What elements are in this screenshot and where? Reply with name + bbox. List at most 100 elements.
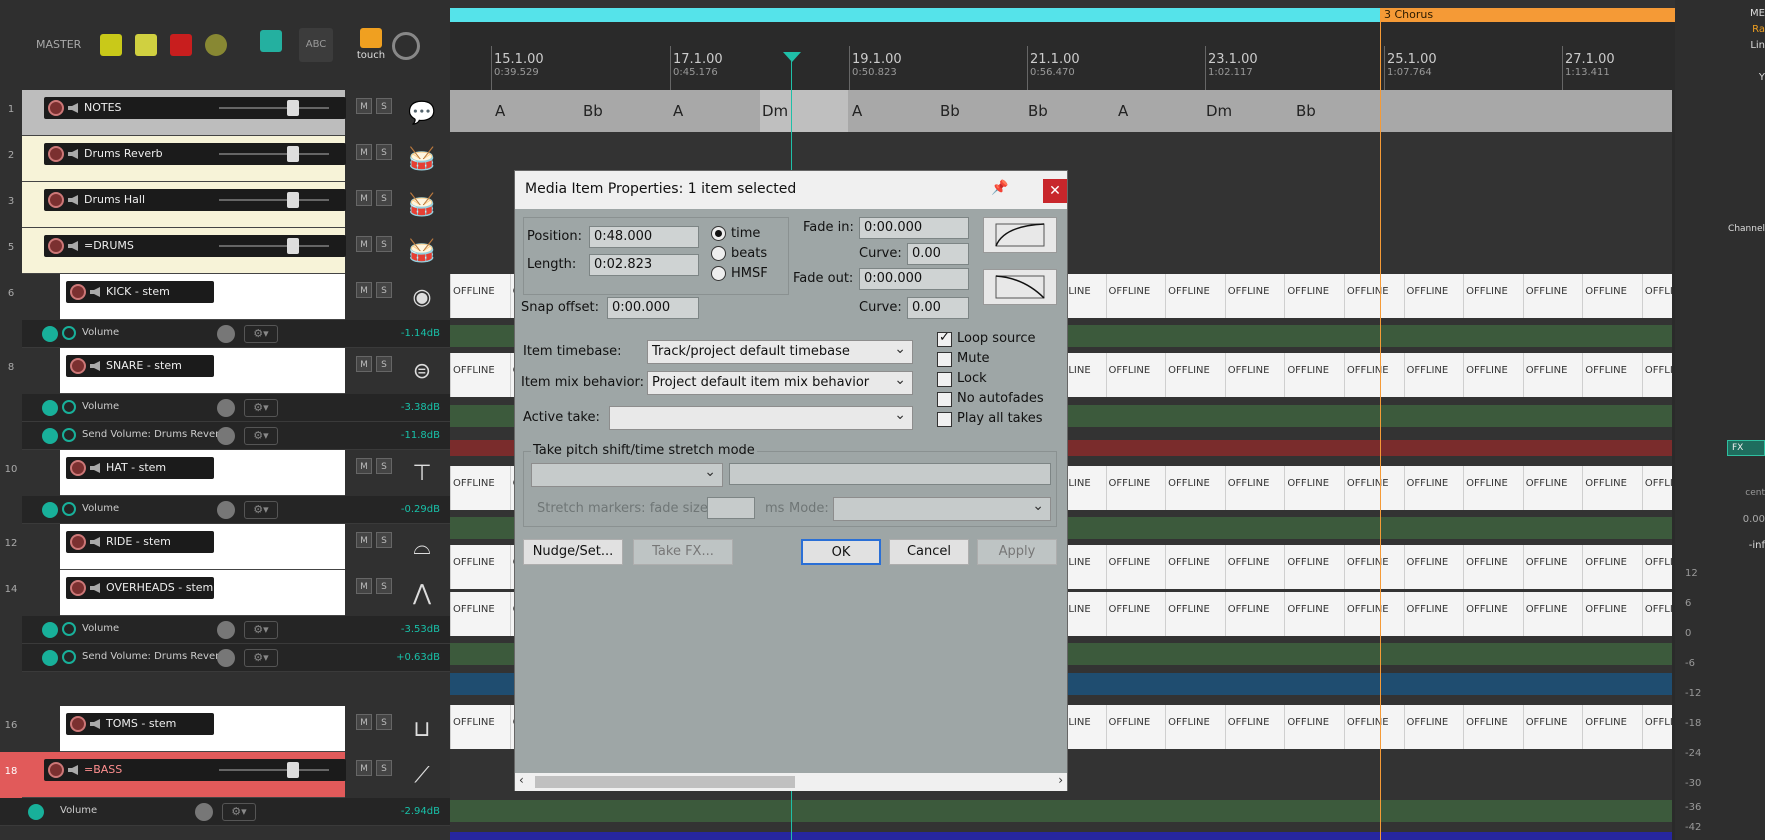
- gear-icon[interactable]: ⚙▾: [244, 427, 278, 445]
- offline-item-label[interactable]: OFFLINE: [1463, 274, 1523, 318]
- active-take-select[interactable]: [609, 404, 913, 430]
- mute-button[interactable]: M: [356, 760, 372, 776]
- radio-hmsf[interactable]: [711, 266, 726, 281]
- envelope-knob[interactable]: [217, 427, 235, 445]
- apply-button[interactable]: Apply: [977, 539, 1057, 565]
- mute-button[interactable]: M: [356, 458, 372, 474]
- offline-item-label[interactable]: OFFLINE: [1105, 353, 1166, 397]
- offline-item-label[interactable]: OFFLINE: [1224, 545, 1285, 589]
- solo-button[interactable]: S: [376, 714, 392, 730]
- offline-item-label[interactable]: OFFLINE: [1343, 592, 1404, 636]
- envelope-knob[interactable]: [195, 803, 213, 821]
- offline-item-label[interactable]: OFFLINE: [450, 545, 510, 589]
- offline-item-label[interactable]: OFFLINE: [1582, 545, 1642, 589]
- fader-handle[interactable]: [287, 192, 299, 208]
- envelope-lane[interactable]: Send Volume: Drums Reverb ⚙▾ -11.8dB: [22, 422, 450, 450]
- track-name-bar[interactable]: Drums Hall: [44, 189, 346, 211]
- region-bar[interactable]: [450, 8, 1380, 22]
- offline-item-label[interactable]: OFFLINE: [1343, 353, 1404, 397]
- stretch-mode-select[interactable]: [833, 495, 1051, 521]
- pin-icon[interactable]: 📌: [991, 180, 1008, 196]
- envelope-lane[interactable]: Volume ⚙▾ -3.38dB: [22, 394, 450, 422]
- volume-fader[interactable]: [219, 238, 329, 254]
- offline-item-label[interactable]: OFFLINE: [1582, 353, 1642, 397]
- curve-in-field[interactable]: 0.00: [907, 243, 969, 265]
- offline-item-label[interactable]: OFFLINE: [1284, 592, 1344, 636]
- offline-item-label[interactable]: OFFLINE: [1463, 353, 1523, 397]
- play-all-takes-checkbox[interactable]: [937, 412, 952, 427]
- fader-handle[interactable]: [287, 238, 299, 254]
- speaker-icon[interactable]: [68, 149, 78, 159]
- envelope-toggle-icon[interactable]: [42, 502, 58, 518]
- envelope-knob[interactable]: [217, 325, 235, 343]
- radio-beats[interactable]: [711, 246, 726, 261]
- offline-item-label[interactable]: OFFLINE: [1522, 353, 1583, 397]
- offline-item-label[interactable]: OFFLINE: [1165, 274, 1225, 318]
- track-name-bar[interactable]: Drums Reverb: [44, 143, 346, 165]
- mute-button[interactable]: M: [356, 714, 372, 730]
- solo-button[interactable]: S: [376, 282, 392, 298]
- offline-item-label[interactable]: OFFLINE: [1522, 592, 1583, 636]
- offline-item-label[interactable]: OFFLINE: [1522, 466, 1583, 510]
- speaker-icon[interactable]: [90, 583, 100, 593]
- offline-item-label[interactable]: OFFLINE: [1105, 545, 1166, 589]
- item-timebase-select[interactable]: Track/project default timebase: [647, 338, 913, 364]
- fade-out-shape-button[interactable]: [983, 269, 1057, 305]
- speaker-icon[interactable]: [90, 361, 100, 371]
- offline-item-label[interactable]: OFFLINE: [1582, 466, 1642, 510]
- no-autofades-checkbox[interactable]: [937, 392, 952, 407]
- gear-icon[interactable]: ⚙▾: [244, 325, 278, 343]
- fade-in-field[interactable]: 0:00.000: [859, 217, 969, 239]
- mute-button[interactable]: M: [356, 236, 372, 252]
- envelope-lane[interactable]: Volume ⚙▾ -0.29dB: [22, 496, 450, 524]
- offline-item-label[interactable]: OFFLINE: [450, 274, 510, 318]
- offline-item-label[interactable]: OFFLINE: [1284, 466, 1344, 510]
- offline-item-label[interactable]: OFFLINE: [1224, 353, 1285, 397]
- routing-icon[interactable]: [260, 30, 282, 52]
- offline-item-label[interactable]: OFFLINE: [1284, 274, 1344, 318]
- timeline-ruler[interactable]: 15.1.00 0:39.529 17.1.00 0:45.176 19.1.00 0…: [450, 22, 1675, 90]
- offline-item-label[interactable]: OFFLINE: [1522, 705, 1583, 749]
- offline-item-label[interactable]: OFFLINE: [1463, 466, 1523, 510]
- track-1[interactable]: 1 NOTES M S 💬: [8, 90, 450, 136]
- mute-button[interactable]: M: [356, 190, 372, 206]
- solo-button[interactable]: S: [376, 532, 392, 548]
- loop-source-checkbox[interactable]: [937, 330, 952, 347]
- offline-item-label[interactable]: OFFLINE: [1343, 274, 1404, 318]
- record-arm-icon[interactable]: [48, 192, 64, 208]
- offline-item-label[interactable]: OFFLINE: [1224, 466, 1285, 510]
- track-12[interactable]: 12 RIDE - stem M S ⌓: [5, 524, 450, 570]
- offline-item-label[interactable]: OFFLINE: [1224, 274, 1285, 318]
- offline-item-label[interactable]: OFFLINE: [1343, 545, 1404, 589]
- record-arm-icon[interactable]: [48, 762, 64, 778]
- track-14[interactable]: 14 OVERHEADS - stem M S ⋀: [5, 570, 450, 616]
- offline-item-label[interactable]: OFFLINE: [1284, 353, 1344, 397]
- record-arm-icon[interactable]: [48, 146, 64, 162]
- speaker-icon[interactable]: [68, 195, 78, 205]
- offline-item-label[interactable]: OFFLINE: [450, 466, 510, 510]
- offline-item-label[interactable]: OFFLINE: [1403, 545, 1464, 589]
- offline-item-label[interactable]: OFFLINE: [1641, 353, 1672, 397]
- offline-item-label[interactable]: OFFLINE: [1522, 274, 1583, 318]
- solo-button[interactable]: S: [376, 190, 392, 206]
- touch-button[interactable]: touch: [356, 28, 386, 64]
- ok-button[interactable]: OK: [801, 539, 881, 565]
- track-5[interactable]: 5 =DRUMS M S 🥁: [8, 228, 450, 274]
- curve-out-field[interactable]: 0.00: [907, 297, 969, 319]
- offline-item-label[interactable]: OFFLINE: [1105, 274, 1166, 318]
- offline-item-label[interactable]: OFFLINE: [1641, 705, 1672, 749]
- offline-item-label[interactable]: OFFLINE: [1165, 466, 1225, 510]
- mute-button[interactable]: M: [356, 98, 372, 114]
- pitch-mode-select[interactable]: [531, 461, 723, 487]
- volume-fader[interactable]: [219, 100, 329, 116]
- pitch-submode-field[interactable]: [729, 463, 1051, 485]
- region-chorus[interactable]: 3 Chorus: [1380, 8, 1675, 22]
- dialog-horizontal-scrollbar[interactable]: ‹ ›: [515, 773, 1067, 791]
- mute-all-icon[interactable]: [205, 34, 227, 56]
- position-field[interactable]: 0:48.000: [589, 226, 699, 248]
- solo-button[interactable]: S: [376, 356, 392, 372]
- offline-item-label[interactable]: OFFLINE: [1403, 353, 1464, 397]
- record-arm-icon[interactable]: [70, 460, 86, 476]
- offline-item-label[interactable]: OFFLINE: [1463, 545, 1523, 589]
- track-10[interactable]: 10 HAT - stem M S ⊤: [5, 450, 450, 496]
